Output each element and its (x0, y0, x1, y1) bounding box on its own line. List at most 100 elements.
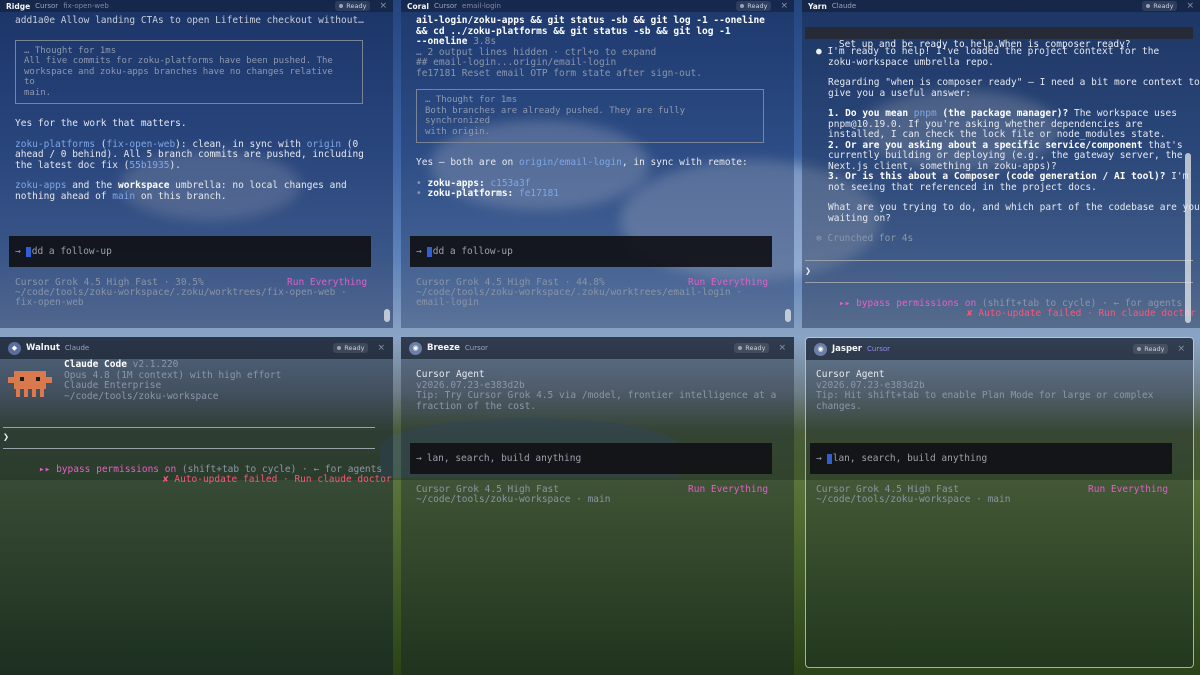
agent-label: Claude (64, 344, 90, 352)
close-icon[interactable]: × (379, 1, 387, 11)
status-dot-icon (339, 4, 344, 8)
close-icon[interactable]: × (778, 343, 786, 353)
prompt-arrow-icon: → (816, 453, 822, 464)
list-item: • zoku-platforms: fe17181 (416, 188, 560, 199)
input-placeholder: dd a follow-up (432, 246, 513, 257)
git-status-line: ## email-login...origin/email-login (416, 57, 617, 68)
status-badge: Ready (333, 343, 369, 353)
close-icon[interactable]: × (1186, 1, 1194, 11)
pane-name: Coral (407, 1, 429, 11)
claude-input[interactable]: ❯ (3, 432, 375, 444)
pane-walnut[interactable]: ◆ Walnut Claude Ready × Claude Code v2.1… (0, 337, 393, 675)
pane-ridge[interactable]: Ridge Cursor fix-open-web Ready × add1a0… (0, 0, 393, 328)
bullet-icon: • (416, 188, 422, 199)
run-everything-button[interactable]: Run Everything (1088, 484, 1168, 496)
response-line: ● I'm ready to help! I've loaded the pro… (816, 46, 1160, 57)
response-line: give you a useful answer: (828, 87, 971, 99)
avatar: ◆ (8, 341, 21, 355)
prompt-input[interactable]: → lan, search, build anything (810, 443, 1172, 474)
avatar: ◉ (409, 341, 422, 355)
pane-breeze[interactable]: ◉ Breeze Cursor Ready × Cursor Agent v20… (401, 337, 794, 675)
pane-name: Yarn (808, 1, 827, 11)
thought-box: … Thought for 1ms All five commits for z… (15, 39, 363, 104)
question-item: 1. Do you mean pnpm (the package manager… (828, 108, 1177, 119)
response-line: waiting on? (828, 212, 891, 224)
scrollbar[interactable] (384, 309, 390, 322)
agent-label: Cursor (35, 2, 59, 10)
status-paragraph-line: the latest doc fix (55b1935). (15, 159, 181, 171)
update-warning: ✘ Auto-update failed · Run claude doctor (162, 473, 392, 485)
bullet-icon: ● (816, 46, 828, 57)
pane-coral[interactable]: Coral Cursor email-login Ready × ail-log… (401, 0, 794, 328)
plan-info: Claude Enterprise (64, 380, 162, 391)
worktree-branch: fix-open-web (15, 297, 84, 308)
working-dir: ~/code/tools/zoku-workspace (64, 390, 219, 402)
question-item: 3. Or is this about a Composer (code gen… (828, 171, 1189, 182)
status-badge: Ready (335, 1, 371, 11)
command-line: ail-login/zoku-apps && git status -sb &&… (416, 15, 765, 26)
branch-label: email-login (462, 2, 501, 10)
app-title: Claude Code v2.1.220 (64, 359, 179, 370)
app-title: Cursor Agent (416, 369, 485, 380)
status-dot-icon (740, 4, 745, 8)
avatar: ◉ (814, 342, 827, 356)
tip-text: fraction of the cost. (416, 400, 537, 412)
prompt-arrow-icon: → (416, 453, 422, 464)
worktree-branch: email-login (416, 297, 479, 308)
input-divider (3, 427, 375, 428)
close-icon[interactable]: × (780, 1, 788, 11)
prompt-arrow-icon: → (416, 246, 422, 257)
pane-header: Yarn Claude Ready × (802, 0, 1200, 12)
working-dir: ~/code/tools/zoku-workspace · main (816, 494, 1011, 505)
agent-label: Claude (831, 2, 857, 10)
working-dir: ~/code/tools/zoku-workspace · main (416, 494, 611, 505)
input-divider (3, 448, 375, 449)
status-badge: Ready (736, 1, 772, 11)
apps-paragraph-line: nothing ahead of main on this branch. (15, 190, 227, 202)
app-title: Cursor Agent (816, 369, 885, 380)
pane-jasper[interactable]: ◉ Jasper Cursor Ready × Cursor Agent v20… (805, 337, 1194, 668)
answer-line: Yes — both are on origin/email-login, in… (416, 157, 748, 168)
pane-name: Ridge (6, 1, 31, 11)
bullet-icon: • (416, 177, 422, 189)
pane-header: ◆ Walnut Claude Ready × (0, 337, 393, 359)
status-dot-icon (1146, 4, 1151, 8)
pane-header: Ridge Cursor fix-open-web Ready × (0, 0, 393, 12)
input-placeholder: dd a follow-up (31, 246, 112, 257)
claude-mascot-icon (8, 371, 52, 397)
status-dot-icon (337, 346, 342, 350)
commit-line: add1a0e Allow landing CTAs to open Lifet… (15, 15, 364, 26)
update-warning: ✘ Auto-update failed · Run claude doctor (966, 307, 1196, 319)
pane-header: ◉ Jasper Cursor Ready × (806, 338, 1193, 360)
tip-text: Tip: Try Cursor Grok 4.5 via /model, fro… (416, 390, 777, 401)
text-caret (426, 246, 432, 257)
pane-yarn[interactable]: Yarn Claude Ready × Set up and be ready … (802, 0, 1200, 328)
answer-line: Yes for the work that matters. (15, 118, 187, 129)
command-line: --oneline 3.8s (416, 36, 497, 47)
text-caret (826, 453, 832, 464)
claude-input[interactable]: ❯ (805, 266, 1193, 278)
input-placeholder: lan, search, build anything (832, 453, 988, 464)
run-everything-button[interactable]: Run Everything (688, 484, 768, 496)
tip-text: Tip: Hit shift+tab to enable Plan Mode f… (816, 390, 1154, 401)
branch-label: fix-open-web (63, 2, 109, 10)
pane-name: Walnut (26, 343, 60, 353)
pane-name: Jasper (832, 344, 862, 354)
status-dot-icon (1137, 347, 1142, 351)
thought-box: … Thought for 1ms Both branches are alre… (416, 89, 764, 143)
follow-up-input[interactable]: → dd a follow-up (9, 236, 371, 267)
input-placeholder: lan, search, build anything (426, 453, 582, 464)
scrollbar[interactable] (1185, 153, 1191, 323)
follow-up-input[interactable]: → dd a follow-up (410, 236, 772, 267)
chevron-icon: ❯ (805, 266, 812, 277)
prompt-input[interactable]: → lan, search, build anything (410, 443, 772, 474)
scrollbar[interactable] (785, 309, 791, 322)
status-badge: Ready (734, 343, 770, 353)
response-line: zoku-workspace umbrella repo. (828, 56, 994, 68)
close-icon[interactable]: × (1177, 344, 1185, 354)
spinner-icon: ✻ (816, 233, 828, 244)
response-line: Regarding "when is composer ready" — I n… (828, 77, 1200, 88)
input-divider (805, 260, 1193, 261)
close-icon[interactable]: × (377, 343, 385, 353)
tip-text: changes. (816, 400, 862, 412)
